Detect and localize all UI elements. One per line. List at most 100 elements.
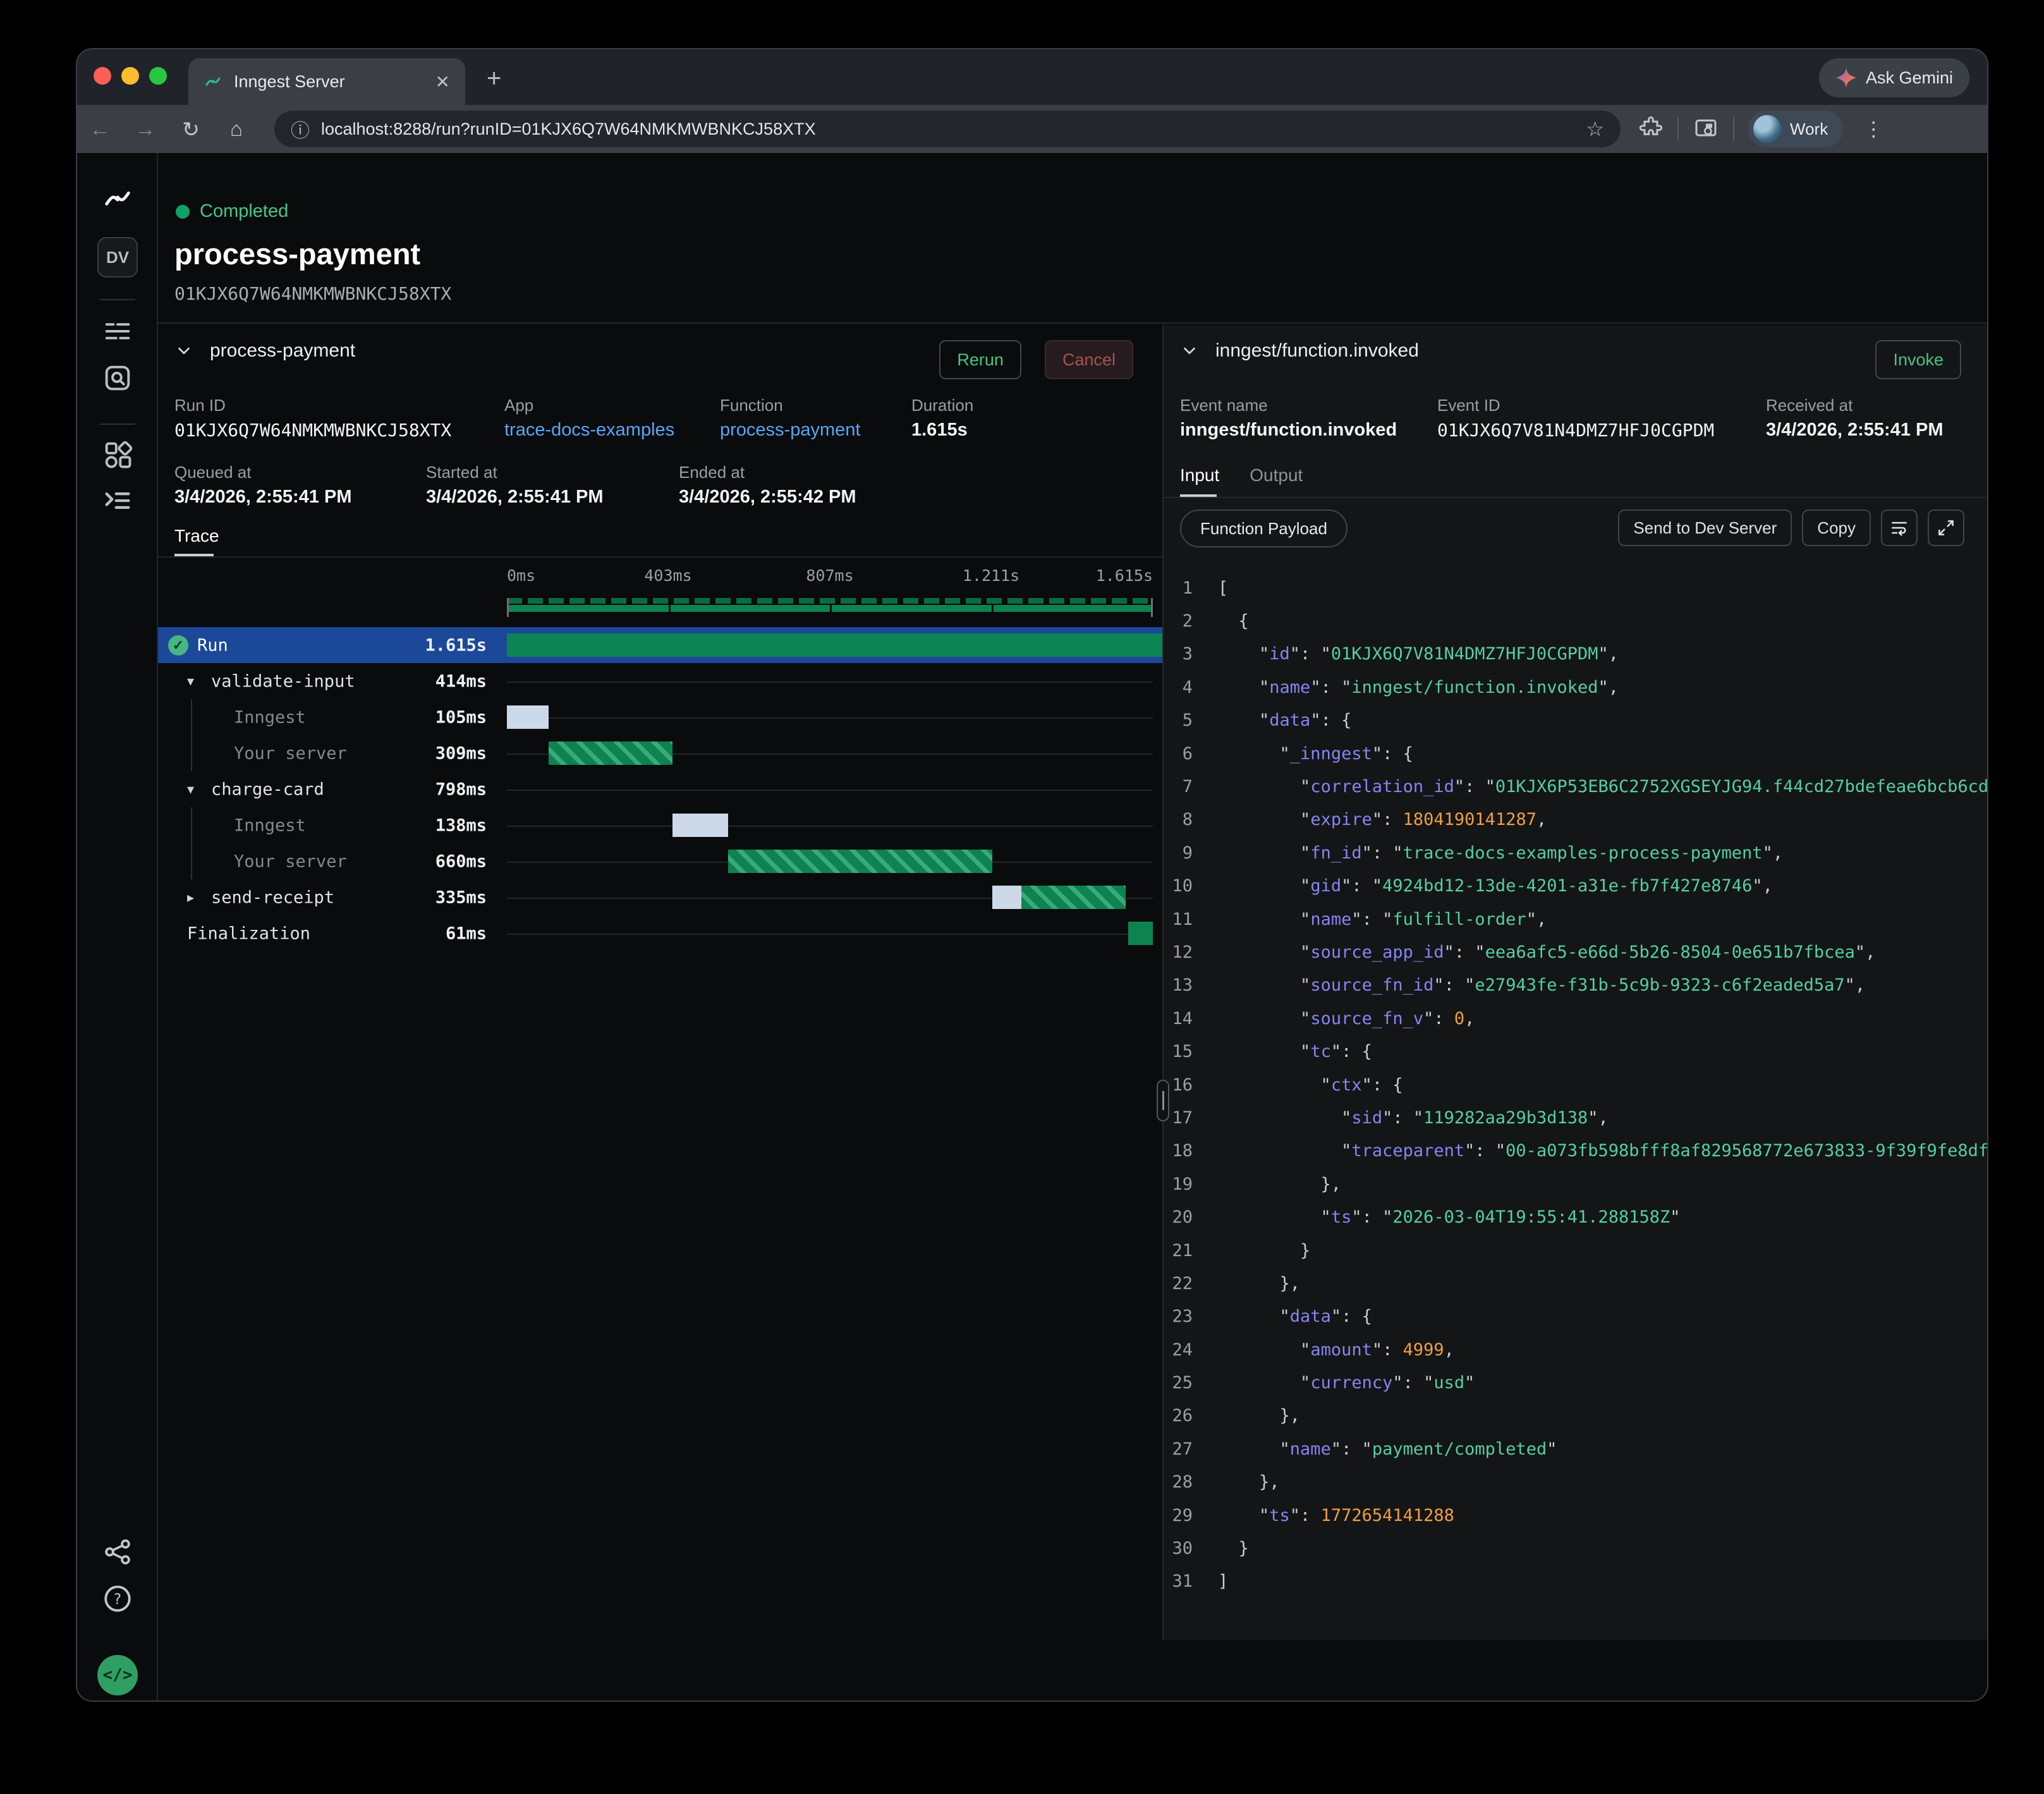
ask-gemini-button[interactable]: Ask Gemini (1819, 58, 1969, 97)
tab-input[interactable]: Input (1180, 465, 1219, 497)
received-at-value: 3/4/2026, 2:55:41 PM (1766, 420, 1944, 441)
chevron-down-icon[interactable] (174, 341, 193, 360)
home-icon[interactable]: ⌂ (214, 117, 259, 141)
axis-tick: 807ms (806, 566, 853, 585)
trace-row[interactable]: ▸send-receipt335ms (158, 879, 1162, 915)
rerun-button[interactable]: Rerun (939, 340, 1021, 379)
chevron-right-icon[interactable]: ▸ (187, 889, 194, 906)
trace-row-label: charge-card (211, 779, 324, 799)
app-link[interactable]: trace-docs-examples (504, 420, 674, 441)
status-label: Completed (200, 201, 288, 222)
url-text[interactable]: localhost:8288/run?runID=01KJX6Q7W64NMKM… (321, 119, 1574, 139)
line-content: "source_fn_v": 0, (1218, 1009, 1988, 1028)
reload-icon[interactable]: ↻ (168, 117, 214, 142)
line-content: "id": "01KJX6Q7V81N4DMZ7HFJ0CGPDM", (1218, 644, 1988, 664)
axis-tick: 403ms (644, 566, 691, 585)
line-number: 12 (1164, 943, 1218, 962)
trace-row[interactable]: ▾charge-card798ms (158, 771, 1162, 807)
word-wrap-button[interactable] (1881, 510, 1918, 546)
function-payload-button[interactable]: Function Payload (1180, 510, 1347, 547)
bookmark-star-icon[interactable]: ☆ (1586, 117, 1604, 141)
code-editor[interactable]: 1[2 {3 "id": "01KJX6Q7V81N4DMZ7HFJ0CGPDM… (1164, 571, 1988, 1640)
trace-row[interactable]: Your server309ms (158, 735, 1162, 771)
duration-label: Duration (911, 396, 973, 415)
traffic-lights[interactable] (94, 67, 167, 85)
trace-row[interactable]: Finalization61ms (158, 915, 1162, 951)
sidebar-item-apps[interactable] (77, 438, 158, 471)
trace-row[interactable]: ✓Run1.615s (158, 627, 1162, 663)
trace-row-duration: 61ms (446, 924, 487, 943)
sidebar-inngest-logo[interactable] (77, 182, 158, 215)
chevron-down-icon[interactable] (1180, 341, 1199, 360)
tab-title: Inngest Server (234, 72, 424, 92)
line-content: { (1218, 611, 1988, 631)
code-line: 15 "tc": { (1164, 1035, 1988, 1068)
line-content: } (1218, 1539, 1988, 1558)
back-icon[interactable]: ← (77, 117, 123, 141)
sidebar-env-badge[interactable]: DV (77, 237, 158, 278)
profile-button[interactable]: Work (1748, 111, 1843, 147)
sidebar-item-share[interactable] (77, 1536, 158, 1568)
panel-resize-handle[interactable] (1157, 1080, 1169, 1121)
profile-label: Work (1790, 119, 1828, 139)
status-badge: Completed (176, 201, 288, 222)
trace-row[interactable]: Your server660ms (158, 843, 1162, 879)
trace-row[interactable]: Inngest105ms (158, 699, 1162, 735)
code-line: 17 "sid": "119282aa29b3d138", (1164, 1101, 1988, 1134)
divider (158, 556, 1162, 558)
sidebar-item-help[interactable]: ? (77, 1583, 158, 1614)
line-number: 19 (1164, 1175, 1218, 1194)
trace-row-bars (507, 735, 1153, 771)
line-number: 30 (1164, 1539, 1218, 1558)
function-link[interactable]: process-payment (720, 420, 860, 441)
expand-button[interactable] (1928, 510, 1964, 546)
address-bar[interactable]: ⓘ localhost:8288/run?runID=01KJX6Q7W64NM… (274, 111, 1621, 147)
span-bar (992, 886, 1021, 909)
minimize-window-button[interactable] (121, 67, 139, 85)
trace-row[interactable]: ▾validate-input414ms (158, 663, 1162, 699)
forward-icon[interactable]: → (123, 117, 168, 141)
page-run-id: 01KJX6Q7W64NMKMWBNKCJ58XTX (174, 283, 451, 304)
minimap-endline (1151, 598, 1153, 617)
new-tab-button[interactable]: + (487, 64, 501, 93)
trace-row-bars (507, 843, 1153, 879)
reading-mode-icon[interactable] (1693, 116, 1719, 142)
chevron-down-icon[interactable]: ▾ (187, 673, 194, 690)
sidebar-item-terminal[interactable] (77, 484, 158, 517)
zoom-window-button[interactable] (149, 67, 167, 85)
close-window-button[interactable] (94, 67, 111, 85)
invoke-button[interactable]: Invoke (1875, 340, 1961, 379)
dev-tools-button[interactable]: </> (77, 1655, 158, 1695)
minimap-tick (830, 605, 832, 612)
code-line: 29 "ts": 1772654141288 (1164, 1499, 1988, 1532)
trace-row-label: Inngest (234, 707, 306, 727)
code-line: 24 "amount": 4999, (1164, 1333, 1988, 1366)
close-tab-icon[interactable]: ✕ (435, 71, 450, 92)
sidebar-item-search[interactable] (77, 362, 158, 394)
extensions-puzzle-icon[interactable] (1638, 116, 1664, 142)
browser-tab[interactable]: Inngest Server ✕ (188, 58, 465, 105)
copy-button[interactable]: Copy (1802, 510, 1871, 546)
trace-row[interactable]: Inngest138ms (158, 807, 1162, 843)
tab-output[interactable]: Output (1250, 465, 1303, 497)
line-content: "amount": 4999, (1218, 1340, 1988, 1360)
code-line: 13 "source_fn_id": "e27943fe-f31b-5c9b-9… (1164, 969, 1988, 1002)
line-number: 5 (1164, 711, 1218, 730)
svg-text:?: ? (114, 1591, 121, 1608)
chevron-down-icon[interactable]: ▾ (187, 781, 194, 798)
event-name-label: Event name (1180, 396, 1268, 415)
ended-value: 3/4/2026, 2:55:42 PM (679, 487, 856, 508)
line-content: "ts": "2026-03-04T19:55:41.288158Z" (1218, 1207, 1988, 1227)
cancel-button[interactable]: Cancel (1045, 340, 1133, 379)
code-line: 1[ (1164, 571, 1988, 604)
span-bar (507, 633, 1162, 657)
tab-trace[interactable]: Trace (174, 526, 219, 546)
send-to-dev-server-button[interactable]: Send to Dev Server (1618, 510, 1792, 546)
run-header: Completed process-payment 01KJX6Q7W64NMK… (158, 153, 1987, 324)
span-bar (672, 814, 728, 837)
line-content: "currency": "usd" (1218, 1373, 1988, 1393)
browser-menu-icon[interactable]: ⋮ (1857, 117, 1890, 141)
timeline-minimap[interactable] (507, 598, 1153, 617)
site-info-icon[interactable]: ⓘ (291, 115, 310, 143)
sidebar-item-runs[interactable] (77, 315, 158, 348)
